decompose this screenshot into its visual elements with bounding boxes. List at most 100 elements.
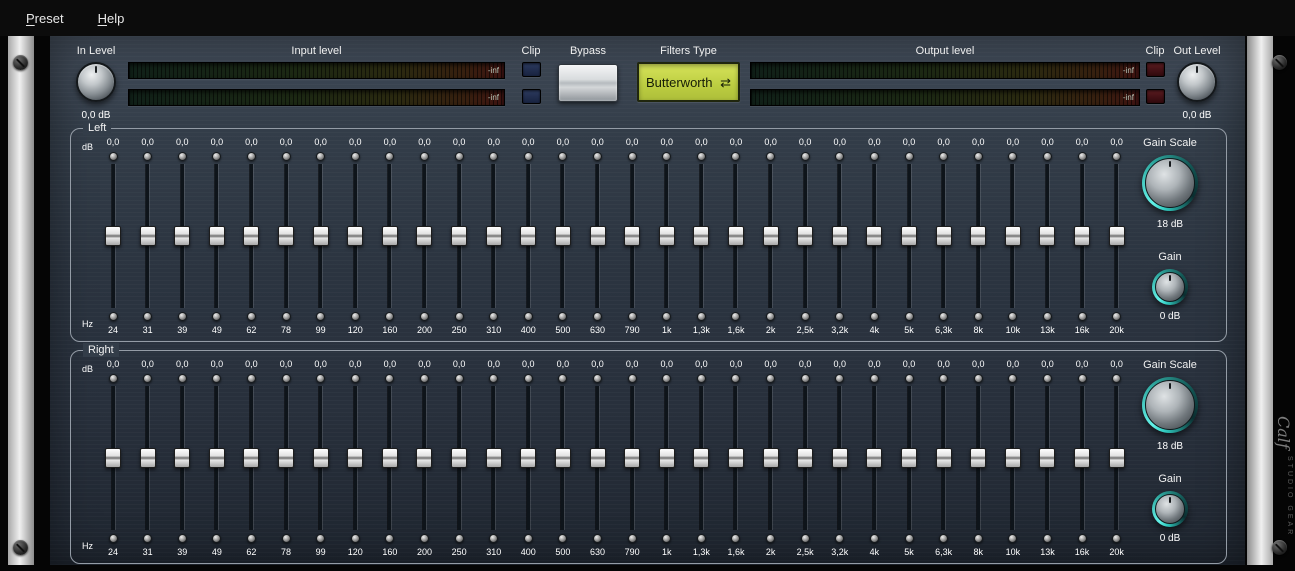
slider-handle[interactable] xyxy=(1039,226,1056,246)
slider-handle[interactable] xyxy=(935,448,952,468)
slider-handle[interactable] xyxy=(1074,226,1091,246)
slider-handle[interactable] xyxy=(935,226,952,246)
slider-handle[interactable] xyxy=(485,448,502,468)
band-gain-slider[interactable] xyxy=(166,386,198,530)
band-gain-slider[interactable] xyxy=(962,386,994,530)
band-gain-slider[interactable] xyxy=(1031,386,1063,530)
gain-knob[interactable] xyxy=(1152,491,1188,527)
band-gain-slider[interactable] xyxy=(408,386,440,530)
band-gain-slider[interactable] xyxy=(547,386,579,530)
slider-handle[interactable] xyxy=(693,226,710,246)
band-gain-slider[interactable] xyxy=(97,386,129,530)
band-gain-slider[interactable] xyxy=(97,164,129,308)
slider-handle[interactable] xyxy=(658,448,675,468)
slider-handle[interactable] xyxy=(970,226,987,246)
slider-handle[interactable] xyxy=(762,226,779,246)
band-gain-slider[interactable] xyxy=(478,164,510,308)
slider-handle[interactable] xyxy=(347,448,364,468)
in-level-knob[interactable] xyxy=(76,62,116,102)
band-gain-slider[interactable] xyxy=(997,164,1029,308)
slider-handle[interactable] xyxy=(347,226,364,246)
band-gain-slider[interactable] xyxy=(720,386,752,530)
slider-handle[interactable] xyxy=(901,226,918,246)
slider-handle[interactable] xyxy=(831,226,848,246)
slider-handle[interactable] xyxy=(554,226,571,246)
slider-handle[interactable] xyxy=(520,226,537,246)
band-gain-slider[interactable] xyxy=(443,386,475,530)
band-gain-slider[interactable] xyxy=(789,386,821,530)
slider-handle[interactable] xyxy=(105,226,121,246)
band-gain-slider[interactable] xyxy=(928,386,960,530)
band-gain-slider[interactable] xyxy=(651,164,683,308)
band-gain-slider[interactable] xyxy=(858,164,890,308)
slider-handle[interactable] xyxy=(174,448,191,468)
band-gain-slider[interactable] xyxy=(270,386,302,530)
band-gain-slider[interactable] xyxy=(651,386,683,530)
slider-handle[interactable] xyxy=(554,448,571,468)
band-gain-slider[interactable] xyxy=(824,164,856,308)
band-gain-slider[interactable] xyxy=(132,386,164,530)
slider-handle[interactable] xyxy=(312,226,329,246)
out-level-knob[interactable] xyxy=(1177,62,1217,102)
band-gain-slider[interactable] xyxy=(893,386,925,530)
band-gain-slider[interactable] xyxy=(443,164,475,308)
band-gain-slider[interactable] xyxy=(928,164,960,308)
slider-handle[interactable] xyxy=(901,448,918,468)
band-gain-slider[interactable] xyxy=(1066,386,1098,530)
band-gain-slider[interactable] xyxy=(132,164,164,308)
band-gain-slider[interactable] xyxy=(582,164,614,308)
band-gain-slider[interactable] xyxy=(166,164,198,308)
band-gain-slider[interactable] xyxy=(305,386,337,530)
band-gain-slider[interactable] xyxy=(235,386,267,530)
slider-handle[interactable] xyxy=(797,448,814,468)
slider-handle[interactable] xyxy=(451,448,468,468)
menu-help[interactable]: Help xyxy=(92,8,131,29)
band-gain-slider[interactable] xyxy=(616,386,648,530)
band-gain-slider[interactable] xyxy=(755,386,787,530)
band-gain-slider[interactable] xyxy=(685,386,717,530)
band-gain-slider[interactable] xyxy=(374,386,406,530)
band-gain-slider[interactable] xyxy=(270,164,302,308)
gain-knob[interactable] xyxy=(1152,269,1188,305)
menu-preset[interactable]: Preset xyxy=(20,8,70,29)
slider-handle[interactable] xyxy=(624,226,641,246)
band-gain-slider[interactable] xyxy=(339,164,371,308)
slider-handle[interactable] xyxy=(416,448,433,468)
band-gain-slider[interactable] xyxy=(478,386,510,530)
band-gain-slider[interactable] xyxy=(408,164,440,308)
band-gain-slider[interactable] xyxy=(962,164,994,308)
slider-handle[interactable] xyxy=(208,448,225,468)
slider-handle[interactable] xyxy=(278,448,295,468)
slider-handle[interactable] xyxy=(1004,226,1021,246)
band-gain-slider[interactable] xyxy=(1066,164,1098,308)
slider-handle[interactable] xyxy=(139,226,156,246)
slider-handle[interactable] xyxy=(797,226,814,246)
slider-handle[interactable] xyxy=(416,226,433,246)
band-gain-slider[interactable] xyxy=(201,164,233,308)
slider-handle[interactable] xyxy=(727,448,744,468)
slider-handle[interactable] xyxy=(727,226,744,246)
gain-scale-knob[interactable] xyxy=(1142,377,1198,433)
band-gain-slider[interactable] xyxy=(201,386,233,530)
slider-handle[interactable] xyxy=(624,448,641,468)
slider-handle[interactable] xyxy=(520,448,537,468)
gain-scale-knob[interactable] xyxy=(1142,155,1198,211)
slider-handle[interactable] xyxy=(312,448,329,468)
slider-handle[interactable] xyxy=(970,448,987,468)
slider-handle[interactable] xyxy=(139,448,156,468)
band-gain-slider[interactable] xyxy=(582,386,614,530)
band-gain-slider[interactable] xyxy=(789,164,821,308)
band-gain-slider[interactable] xyxy=(616,164,648,308)
slider-handle[interactable] xyxy=(762,448,779,468)
slider-handle[interactable] xyxy=(693,448,710,468)
slider-handle[interactable] xyxy=(451,226,468,246)
band-gain-slider[interactable] xyxy=(339,386,371,530)
slider-handle[interactable] xyxy=(1004,448,1021,468)
band-gain-slider[interactable] xyxy=(1031,164,1063,308)
slider-handle[interactable] xyxy=(174,226,191,246)
band-gain-slider[interactable] xyxy=(512,386,544,530)
band-gain-slider[interactable] xyxy=(858,386,890,530)
band-gain-slider[interactable] xyxy=(374,164,406,308)
band-gain-slider[interactable] xyxy=(305,164,337,308)
band-gain-slider[interactable] xyxy=(893,164,925,308)
